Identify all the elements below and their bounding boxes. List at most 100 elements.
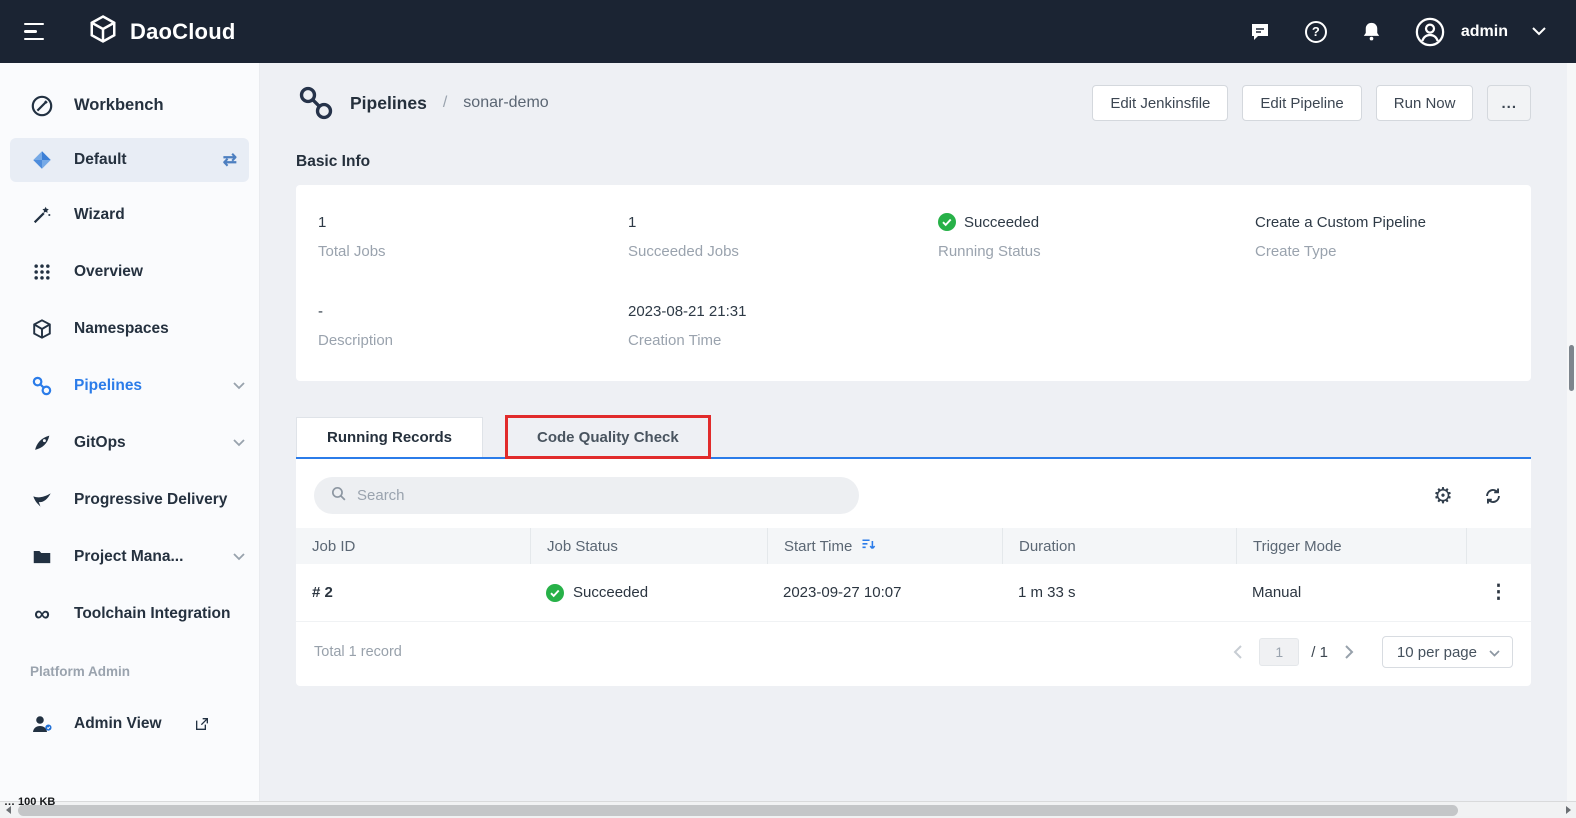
page-size-select[interactable]: 10 per page bbox=[1382, 636, 1513, 668]
top-bar: DaoCloud ? admin bbox=[0, 0, 1576, 63]
gitops-rocket-icon bbox=[30, 431, 54, 455]
breadcrumb-root[interactable]: Pipelines bbox=[350, 93, 427, 114]
infinity-icon: ∞ bbox=[30, 602, 54, 626]
sidebar-item-label: Project Mana... bbox=[74, 548, 183, 566]
pagination: / 1 10 per page bbox=[1227, 636, 1513, 668]
vertical-scrollbar[interactable] bbox=[1567, 63, 1576, 801]
row-actions-kebab-icon[interactable]: ⋮ bbox=[1483, 581, 1514, 604]
user-name: admin bbox=[1461, 23, 1508, 41]
basic-info-title: Basic Info bbox=[296, 153, 1531, 171]
help-icon[interactable]: ? bbox=[1303, 19, 1329, 45]
sidebar-item-pipelines[interactable]: Pipelines bbox=[0, 357, 259, 414]
total-records-text: Total 1 record bbox=[314, 644, 402, 660]
main-content: Pipelines / sonar-demo Edit Jenkinsfile … bbox=[260, 63, 1567, 801]
basic-info-card: 1 Total Jobs 1 Succeeded Jobs Succeeded … bbox=[296, 185, 1531, 381]
brand-name: DaoCloud bbox=[130, 19, 235, 45]
run-now-button[interactable]: Run Now bbox=[1376, 85, 1474, 121]
edit-jenkinsfile-button[interactable]: Edit Jenkinsfile bbox=[1092, 85, 1228, 121]
success-check-icon bbox=[938, 213, 956, 231]
row-trigger-mode: Manual bbox=[1236, 584, 1466, 601]
chevron-down-icon bbox=[1489, 644, 1500, 661]
sidebar-item-label: Toolchain Integration bbox=[74, 605, 230, 623]
table-row[interactable]: # 2 Succeeded 2023-09-27 10:07 1 m 33 s … bbox=[296, 564, 1531, 621]
stat-total-jobs: 1 Total Jobs bbox=[318, 213, 628, 260]
brand-logo[interactable]: DaoCloud bbox=[88, 14, 235, 49]
notification-bell-icon[interactable] bbox=[1359, 19, 1385, 45]
sidebar-item-label: Pipelines bbox=[74, 377, 142, 395]
stat-creation-time: 2023-08-21 21:31 Creation Time bbox=[628, 302, 938, 349]
sidebar-section-label: Platform Admin bbox=[0, 664, 259, 679]
current-page-input[interactable] bbox=[1259, 638, 1299, 666]
more-actions-button[interactable]: ... bbox=[1487, 85, 1531, 121]
sidebar: Workbench Default ⇄ Wizard Overview Name… bbox=[0, 63, 260, 801]
sidebar-item-wizard[interactable]: Wizard bbox=[0, 186, 259, 243]
user-menu-chevron-icon[interactable] bbox=[1526, 19, 1552, 45]
table-header: Job ID Job Status Start Time Duration Tr… bbox=[296, 528, 1531, 564]
sidebar-item-default[interactable]: Default ⇄ bbox=[10, 138, 249, 182]
breadcrumb-separator: / bbox=[443, 94, 447, 112]
cube-icon bbox=[30, 317, 54, 341]
success-check-icon bbox=[546, 584, 564, 602]
grid-dots-icon bbox=[30, 260, 54, 284]
next-page-icon[interactable] bbox=[1340, 642, 1360, 662]
sidebar-item-admin-view[interactable]: Admin View bbox=[0, 695, 259, 752]
sidebar-item-label: Admin View bbox=[74, 715, 162, 733]
sidebar-item-namespaces[interactable]: Namespaces bbox=[0, 300, 259, 357]
sidebar-item-label: GitOps bbox=[74, 434, 126, 452]
sidebar-item-toolchain-integration[interactable]: ∞ Toolchain Integration bbox=[0, 585, 259, 642]
table-footer: Total 1 record / 1 10 per page bbox=[296, 621, 1531, 686]
chat-icon[interactable] bbox=[1247, 19, 1273, 45]
user-avatar-icon[interactable] bbox=[1415, 17, 1445, 47]
sidebar-item-project-management[interactable]: Project Mana... bbox=[0, 528, 259, 585]
search-input-wrapper bbox=[314, 477, 859, 514]
edit-pipeline-button[interactable]: Edit Pipeline bbox=[1242, 85, 1361, 121]
tab-bar: Running Records Code Quality Check bbox=[296, 417, 1531, 459]
bird-icon bbox=[30, 488, 54, 512]
chevron-down-icon bbox=[233, 382, 245, 390]
search-input[interactable] bbox=[357, 487, 843, 504]
menu-toggle-icon[interactable] bbox=[24, 23, 44, 41]
row-start-time: 2023-09-27 10:07 bbox=[767, 584, 1002, 601]
sidebar-item-label: Workbench bbox=[74, 96, 164, 115]
row-job-id[interactable]: # 2 bbox=[296, 584, 530, 601]
switch-workspace-icon[interactable]: ⇄ bbox=[223, 150, 237, 170]
sidebar-item-label: Progressive Delivery bbox=[74, 491, 227, 509]
sidebar-item-workbench[interactable]: Workbench bbox=[0, 77, 259, 134]
sidebar-item-overview[interactable]: Overview bbox=[0, 243, 259, 300]
breadcrumb-current: sonar-demo bbox=[463, 94, 548, 112]
clipped-bottom-text: … 100 KB bbox=[4, 796, 55, 805]
admin-user-icon bbox=[30, 712, 54, 736]
horizontal-scrollbar-thumb[interactable] bbox=[18, 805, 1458, 816]
row-job-status: Succeeded bbox=[530, 584, 767, 602]
folder-icon bbox=[30, 545, 54, 569]
col-start-time: Start Time bbox=[767, 528, 1002, 564]
tab-running-records[interactable]: Running Records bbox=[296, 417, 483, 457]
sidebar-item-label: Namespaces bbox=[74, 320, 169, 338]
external-link-icon bbox=[194, 716, 210, 732]
daocloud-logo-icon bbox=[88, 14, 118, 49]
sidebar-item-label: Wizard bbox=[74, 206, 125, 224]
sidebar-item-label: Overview bbox=[74, 263, 143, 281]
search-icon bbox=[330, 485, 347, 507]
diamond-icon bbox=[30, 148, 54, 172]
sort-descending-icon[interactable] bbox=[860, 536, 877, 557]
tab-code-quality-check[interactable]: Code Quality Check bbox=[507, 417, 709, 457]
col-trigger-mode: Trigger Mode bbox=[1236, 528, 1466, 564]
previous-page-icon[interactable] bbox=[1227, 642, 1247, 662]
scroll-right-arrow-icon[interactable] bbox=[1559, 802, 1576, 818]
pipeline-breadcrumb-icon bbox=[296, 83, 336, 123]
running-records-panel: ⚙ Job ID Job Status Start Time Duration … bbox=[296, 459, 1531, 686]
col-job-id: Job ID bbox=[296, 528, 530, 564]
col-actions bbox=[1466, 528, 1531, 564]
col-job-status: Job Status bbox=[530, 528, 767, 564]
vertical-scrollbar-thumb[interactable] bbox=[1569, 345, 1574, 391]
horizontal-scrollbar[interactable] bbox=[0, 801, 1576, 818]
magic-wand-icon bbox=[30, 203, 54, 227]
row-duration: 1 m 33 s bbox=[1002, 584, 1236, 601]
sidebar-item-gitops[interactable]: GitOps bbox=[0, 414, 259, 471]
refresh-icon[interactable] bbox=[1481, 484, 1505, 508]
stat-create-type: Create a Custom Pipeline Create Type bbox=[1255, 213, 1509, 260]
sidebar-item-progressive-delivery[interactable]: Progressive Delivery bbox=[0, 471, 259, 528]
stat-description: - Description bbox=[318, 302, 628, 349]
settings-gear-icon[interactable]: ⚙ bbox=[1431, 484, 1455, 508]
